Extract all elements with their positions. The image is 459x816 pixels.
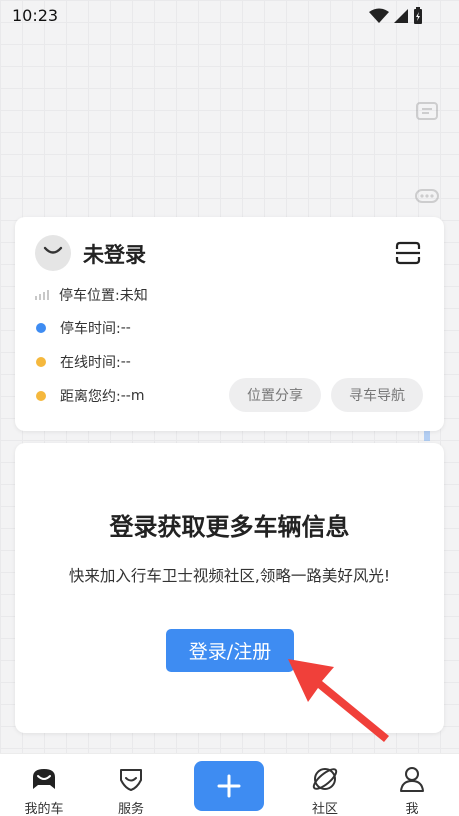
nav-label: 服务: [117, 802, 144, 816]
status-icons: [369, 6, 423, 26]
avatar[interactable]: [35, 235, 71, 271]
nav-label: 社区: [311, 802, 338, 816]
location-label: 停车位置:: [59, 288, 120, 304]
online-time-label: 在线时间:: [60, 355, 121, 371]
promo-title: 登录获取更多车辆信息: [109, 513, 350, 541]
signal-icon: [35, 290, 49, 300]
info-row-online-time: 在线时间: --: [35, 352, 131, 372]
message-button[interactable]: [407, 92, 447, 132]
bottom-nav: 我的车 服务 社区 我: [0, 753, 459, 816]
promo-description: 快来加入行车卫士视频社区,领略一路美好风光!: [68, 567, 391, 585]
car-face-icon: [29, 764, 59, 794]
nav-label: 我: [405, 802, 419, 816]
nav-me[interactable]: 我: [377, 754, 447, 816]
service-icon: [116, 764, 146, 794]
message-icon: [416, 102, 438, 120]
online-time-value: --: [120, 354, 131, 370]
login-register-button[interactable]: 登录/注册: [166, 629, 294, 672]
login-prompt-card: 登录获取更多车辆信息 快来加入行车卫士视频社区,领略一路美好风光! 登录/注册: [15, 443, 444, 733]
navigate-car-button[interactable]: 寻车导航: [331, 378, 423, 412]
nav-label: 我的车: [24, 802, 64, 816]
nav-my-car[interactable]: 我的车: [9, 754, 79, 816]
status-bar: 10:23: [0, 0, 459, 32]
park-time-value: --: [120, 320, 131, 336]
nav-community[interactable]: 社区: [290, 754, 360, 816]
nav-service[interactable]: 服务: [96, 754, 166, 816]
cell-signal-icon: [394, 9, 408, 23]
smile-icon: [43, 246, 63, 254]
user-icon: [397, 764, 427, 794]
info-row-location: 停车位置: 未知: [35, 285, 148, 305]
status-dot: [36, 323, 46, 333]
planet-icon: [310, 764, 340, 794]
add-button[interactable]: [194, 761, 264, 811]
scan-icon[interactable]: [395, 241, 421, 265]
share-location-button[interactable]: 位置分享: [229, 378, 321, 412]
status-time: 10:23: [12, 6, 59, 25]
battery-icon: [414, 7, 422, 24]
more-icon: [415, 189, 439, 203]
distance-value: --m: [120, 388, 145, 404]
distance-label: 距离您约:: [60, 389, 121, 405]
parking-info-card: 未登录 停车位置: 未知 停车时间: -- 在线时间: -- 距离您约: --m…: [15, 217, 444, 431]
wifi-icon: [369, 8, 389, 23]
login-status[interactable]: 未登录: [83, 239, 146, 269]
info-row-distance: 距离您约: --m: [35, 386, 144, 406]
status-dot: [36, 391, 46, 401]
status-dot: [36, 357, 46, 367]
info-row-park-time: 停车时间: --: [35, 318, 131, 338]
park-time-label: 停车时间:: [60, 321, 121, 337]
plus-icon: [217, 774, 241, 798]
location-value: 未知: [119, 288, 148, 304]
more-button[interactable]: [407, 176, 447, 216]
